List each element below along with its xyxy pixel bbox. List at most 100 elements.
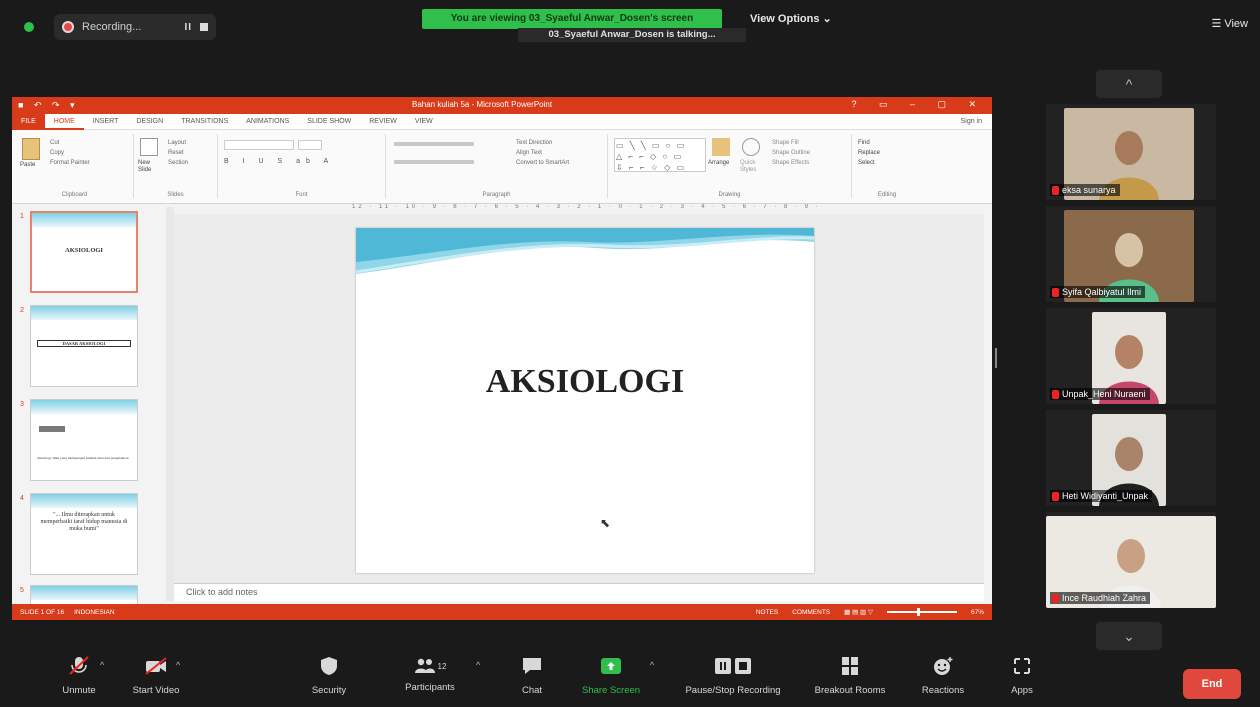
window-controls[interactable]: ? ▭ – ▢ ✕ [851,99,986,110]
notes-toggle[interactable]: NOTES [756,609,778,616]
pause-stop-label: Pause/Stop Recording [685,685,781,696]
video-options-caret[interactable]: ^ [176,660,180,670]
thumb-title: AKSIOLOGI [65,247,103,254]
shape-effects-label[interactable]: Shape Effects [772,158,810,168]
select-label[interactable]: Select [858,158,880,168]
ppt-status-bar: SLIDE 1 OF 16 INDONESIAN NOTES COMMENTS … [12,604,992,620]
slide-thumbnail[interactable] [30,585,138,605]
participant-tile[interactable]: eksa sunarya [1046,104,1216,200]
audio-options-caret[interactable]: ^ [100,660,104,670]
participants-options-caret[interactable]: ^ [476,660,480,670]
convert-smartart-label[interactable]: Convert to SmartArt [516,158,569,168]
sign-in-link[interactable]: Sign in [961,118,992,125]
tab-insert[interactable]: INSERT [84,114,128,130]
section-label[interactable]: Section [168,158,188,168]
slides-commands[interactable]: Layout Reset Section [168,138,188,168]
view-button[interactable]: ☰ View [1211,17,1248,30]
breakout-rooms-button[interactable]: Breakout Rooms [802,656,898,696]
editing-commands[interactable]: Find Replace Select [858,138,880,168]
security-button[interactable]: Security [302,656,356,696]
scroll-down-button[interactable]: ⌄ [1096,622,1162,650]
slide-thumbnail[interactable]: AKSIOLOGI [30,211,138,293]
shared-screen: ■ ↶ ↷ ▾ Bahan kuliah 5a - Microsoft Powe… [12,97,992,620]
ribbon-label-slides: Slides [167,192,184,198]
mouse-cursor-icon: ⬉ [600,516,611,530]
share-options-caret[interactable]: ^ [650,660,654,670]
unmute-button[interactable]: Unmute [52,656,106,696]
participant-tile[interactable]: Heti Widiyanti_Unpak [1046,410,1216,506]
shapes-gallery[interactable]: ▭ ╲ ╲ ▭ ○ ▭ △ ⌐ ⌐ ◇ ○ ▭ ⇩ ⌐ ⌐ ☆ ◇ ▭ [614,138,706,172]
quick-access-toolbar[interactable]: ■ ↶ ↷ ▾ [18,100,79,111]
replace-label[interactable]: Replace [858,148,880,158]
cut-label[interactable]: Cut [50,138,90,148]
panel-splitter[interactable] [995,348,997,368]
tab-file[interactable]: FILE [12,113,45,130]
quick-styles-icon[interactable] [742,138,760,156]
format-painter-label[interactable]: Format Painter [50,158,90,168]
shape-format-commands[interactable]: Shape Fill Shape Outline Shape Effects [772,138,810,168]
tab-view[interactable]: VIEW [406,114,442,130]
thumb-wave [32,213,136,227]
align-buttons[interactable] [394,160,474,164]
thumb-title: DASAR AKSIOLOGI [37,340,131,347]
slide-thumbnail[interactable]: DASAR AKSIOLOGI [30,305,138,387]
font-format-buttons[interactable]: B I U S ab A [224,158,334,165]
reactions-button[interactable]: Reactions [912,656,974,696]
slide-count-label: SLIDE 1 OF 16 [20,608,65,616]
find-label[interactable]: Find [858,138,880,148]
tab-home[interactable]: HOME [44,114,84,130]
slide-thumbnail[interactable]: Aksiologi: Ilmu yang mempelajari hakikat… [30,399,138,481]
thumb-number: 1 [20,213,24,220]
end-meeting-button[interactable]: End [1183,669,1241,699]
align-text-label[interactable]: Align Text [516,148,569,158]
new-slide-icon[interactable] [140,138,158,156]
font-size-dropdown[interactable] [298,140,322,150]
participants-button[interactable]: 12 Participants [392,656,468,693]
stop-recording-icon[interactable] [200,23,208,31]
zoom-slider-thumb[interactable] [916,608,920,616]
participant-tile[interactable]: Syifa Qalbiyatul Ilmi [1046,206,1216,302]
share-screen-button[interactable]: Share Screen [580,656,642,696]
zoom-slider[interactable] [886,608,957,616]
tab-review[interactable]: REVIEW [360,114,406,130]
tab-design[interactable]: DESIGN [127,114,172,130]
chat-button[interactable]: Chat [512,656,552,696]
thumb-wave [31,306,137,320]
apps-button[interactable]: Apps [1004,656,1040,696]
current-slide[interactable]: AKSIOLOGI [356,228,814,573]
shape-fill-label[interactable]: Shape Fill [772,138,810,148]
reset-label[interactable]: Reset [168,148,188,158]
slide-thumbnail[interactable]: "... Ilmu diterapkan untuk memperbaiki t… [30,493,138,575]
arrange-icon[interactable] [712,138,730,156]
talking-indicator: 03_Syaeful Anwar_Dosen is talking... [518,28,746,42]
view-buttons[interactable]: ▦ ▤ ▥ ▽ [844,608,873,616]
participant-tile[interactable]: Unpak_Heni Nuraeni [1046,308,1216,404]
font-name-dropdown[interactable] [224,140,294,150]
reactions-icon [934,657,953,675]
view-options-button[interactable]: View Options ⌄ [750,12,832,25]
pause-recording-icon[interactable]: II [184,22,192,33]
tab-animations[interactable]: ANIMATIONS [237,114,298,130]
tab-slide-show[interactable]: SLIDE SHOW [298,114,360,130]
shape-outline-label[interactable]: Shape Outline [772,148,810,158]
comments-toggle[interactable]: COMMENTS [792,609,830,616]
notes-pane[interactable]: Click to add notes [174,583,984,601]
clipboard-commands[interactable]: Cut Copy Format Painter [50,138,90,168]
scroll-up-button[interactable]: ^ [1096,70,1162,98]
copy-label[interactable]: Copy [50,148,90,158]
zoom-level[interactable]: 67% [971,609,984,616]
thumbnails-scrollbar[interactable] [166,207,174,601]
paste-icon[interactable] [22,138,40,160]
recording-icon [62,21,74,33]
security-shield-icon[interactable] [24,22,34,32]
paragraph-commands[interactable]: Text Direction Align Text Convert to Sma… [516,138,569,168]
text-direction-label[interactable]: Text Direction [516,138,569,148]
list-buttons[interactable] [394,142,474,146]
tab-transitions[interactable]: TRANSITIONS [172,114,237,130]
ppt-ribbon: Paste Cut Copy Format Painter Clipboard … [12,130,992,204]
pause-stop-recording-button[interactable]: Pause/Stop Recording [672,656,794,696]
participant-tile[interactable]: Ince Raudhiah Zahra [1046,512,1216,608]
language-label[interactable]: INDONESIAN [74,609,114,616]
layout-label[interactable]: Layout [168,138,188,148]
quick-styles-label: Quick Styles [740,160,757,173]
